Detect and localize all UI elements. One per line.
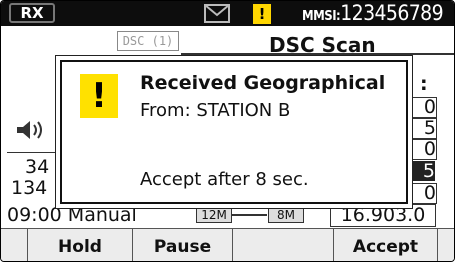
dialog-body: ! Received Geographical From: STATION B …: [60, 60, 408, 204]
right-colon: :: [420, 73, 428, 95]
warning-icon: !: [80, 74, 118, 118]
mmsi-prefix: MMSI:: [302, 9, 341, 24]
left-value-1: 34: [25, 156, 50, 178]
rx-indicator: RX: [9, 3, 55, 23]
mmsi-number: 123456789: [340, 1, 443, 25]
empty-softkey[interactable]: [233, 229, 334, 261]
right-value-3-selected: 5: [412, 161, 435, 181]
mmsi-display: MMSI:123456789: [302, 1, 444, 28]
dsc-tab: DSC (1): [117, 31, 179, 51]
envelope-icon: [204, 4, 230, 23]
speaker-icon: [17, 121, 42, 139]
left-value-2: 134: [11, 177, 48, 199]
dialog-countdown: Accept after 8 sec.: [140, 169, 309, 190]
right-value-1: 5: [412, 118, 437, 139]
hold-softkey[interactable]: Hold: [27, 229, 133, 261]
softkey-bar: Hold Pause Accept: [1, 228, 454, 261]
status-bar: RX ! MMSI:123456789: [1, 1, 454, 26]
received-call-dialog: ! Received Geographical From: STATION B …: [55, 55, 413, 209]
left-divider: [7, 152, 55, 153]
scale-left: 12M: [196, 207, 232, 223]
right-value-2: 0: [412, 139, 437, 160]
pause-softkey[interactable]: Pause: [133, 229, 233, 261]
right-value-4: 0: [412, 183, 437, 204]
scale-line: [231, 214, 267, 216]
warning-icon: !: [253, 4, 271, 24]
radio-display: RX ! MMSI:123456789 DSC (1) DSC Scan 34 …: [0, 0, 455, 262]
right-value-0: 0: [412, 97, 437, 118]
dialog-from: From: STATION B: [140, 100, 291, 121]
dialog-title: Received Geographical: [140, 72, 386, 94]
accept-softkey[interactable]: Accept: [334, 229, 438, 261]
scale-right: 8M: [268, 207, 304, 223]
